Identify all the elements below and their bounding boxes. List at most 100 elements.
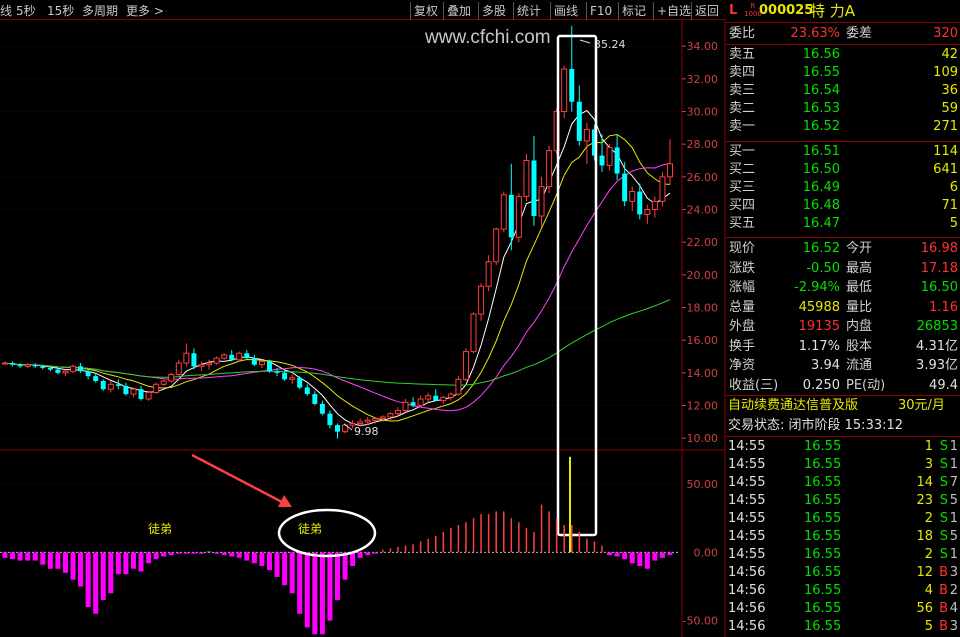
price-chart[interactable]: 34.00 32.00 30.00 28.00 26.00 24.00 22.00 20.00… xyxy=(0,0,726,637)
tick-row: 14:55 16.55 18 S 5 xyxy=(726,528,960,546)
indicator-bar xyxy=(108,552,114,594)
tick-price: 16.55 xyxy=(804,511,842,526)
tick-count: 5 xyxy=(949,529,958,544)
bid-row: 买四 16.48 71 xyxy=(726,197,960,215)
candle-body xyxy=(410,402,416,406)
more-button[interactable]: 更多 > xyxy=(126,2,164,19)
tick-price: 16.55 xyxy=(804,457,842,472)
indicator-bar xyxy=(342,552,348,580)
bid-volume: 6 xyxy=(949,180,958,195)
indicator-bar xyxy=(40,552,46,565)
candle-body xyxy=(138,389,144,399)
indicator-bar xyxy=(47,552,53,569)
price-tick-label: 34.00 xyxy=(687,40,719,53)
stats-button[interactable]: 统计 xyxy=(513,2,544,20)
badge-top: R xyxy=(750,2,756,10)
candle-body xyxy=(561,68,568,112)
fuquan-button[interactable]: 复权 xyxy=(410,2,441,20)
promo-text[interactable]: 自动续费通达信普及版 xyxy=(728,397,858,415)
f10-button[interactable]: F10 xyxy=(586,2,615,20)
indicator-bar xyxy=(17,552,23,561)
period-1min[interactable]: 线 xyxy=(0,2,12,19)
indicator-bar xyxy=(319,552,325,635)
indicator-bar xyxy=(335,552,340,601)
indicator-bar xyxy=(85,552,91,607)
market-letter: L xyxy=(729,3,738,18)
indicator-bar xyxy=(236,552,242,558)
candle-body xyxy=(251,358,257,365)
candle-body xyxy=(266,361,272,372)
tick-time: 14:56 xyxy=(728,601,766,616)
promo-row[interactable]: 自动续费通达信普及版 30元/月 xyxy=(726,397,960,415)
candle-body xyxy=(115,384,121,386)
tick-row: 14:56 16.55 4 B 2 xyxy=(726,582,960,600)
period-5s[interactable]: 5秒 xyxy=(16,2,36,19)
red-arrow-shaft xyxy=(191,453,283,504)
weibi-value: 23.63% xyxy=(790,26,840,41)
candle-body xyxy=(629,191,636,202)
indicator-bar xyxy=(629,552,635,564)
candle-body xyxy=(55,369,61,373)
stat-value-2: 4.31亿 xyxy=(916,338,958,354)
indicator-bar xyxy=(659,552,665,558)
indicator-bar xyxy=(372,552,378,554)
candle-body xyxy=(394,409,401,415)
indicator-bar xyxy=(229,552,235,557)
weibi-label: 委比 xyxy=(729,26,756,41)
draw-line-button[interactable]: 画线 xyxy=(550,2,581,20)
indicator-bar xyxy=(221,552,227,556)
overlay-button[interactable]: 叠加 xyxy=(443,2,474,20)
candle-body xyxy=(32,364,38,367)
candle-body xyxy=(379,416,386,420)
indicator-bar xyxy=(25,552,31,561)
candle-body xyxy=(493,228,500,263)
tick-volume: 3 xyxy=(924,457,933,472)
stat-value-2: 16.98 xyxy=(920,241,958,256)
tick-row: 14:55 16.55 23 S 5 xyxy=(726,492,960,510)
tick-volume: 5 xyxy=(924,619,933,634)
tick-side: S xyxy=(939,511,948,526)
candle-body xyxy=(319,403,325,414)
ask-row: 卖三 16.54 36 xyxy=(726,82,960,100)
tick-side: S xyxy=(939,475,948,490)
period-15s[interactable]: 15秒 xyxy=(47,2,74,19)
tick-side: B xyxy=(939,619,948,634)
tick-time: 14:55 xyxy=(728,457,766,472)
tick-row: 14:56 16.55 12 B 3 xyxy=(726,564,960,582)
candle-body xyxy=(523,159,530,197)
candle-body xyxy=(244,353,250,359)
candle-body xyxy=(425,395,432,400)
indicator-bar xyxy=(130,552,136,569)
indicator-bar xyxy=(2,552,8,558)
back-button[interactable]: 返回 xyxy=(691,2,722,20)
indicator-bar xyxy=(153,552,159,560)
candle-body xyxy=(123,385,129,395)
tick-volume: 14 xyxy=(916,475,933,490)
indicator-bar xyxy=(123,552,129,575)
candle-body xyxy=(47,367,53,370)
ask-price: 16.53 xyxy=(802,101,840,116)
weicha-value: 320 xyxy=(933,26,958,41)
tick-time: 14:55 xyxy=(728,493,766,508)
candle-body xyxy=(417,398,424,407)
multi-period-button[interactable]: 多周期 xyxy=(82,2,118,19)
multi-stock-button[interactable]: 多股 xyxy=(478,2,509,20)
indicator-bar xyxy=(62,552,68,573)
stat-value-2: 26853 xyxy=(916,319,958,334)
bid-row: 买五 16.47 5 xyxy=(726,215,960,233)
candle-body xyxy=(236,352,243,361)
promo-price[interactable]: 30元/月 xyxy=(898,397,945,415)
candle-body xyxy=(651,200,658,210)
tick-row: 14:56 16.55 5 B 3 xyxy=(726,618,960,636)
stat-row: 现价 16.52 今开 16.98 xyxy=(726,240,960,258)
tick-side: S xyxy=(939,529,948,544)
candle-body xyxy=(614,147,620,174)
stat-value-2: 3.93亿 xyxy=(916,358,958,373)
candle-body xyxy=(447,393,454,398)
tick-side: S xyxy=(939,439,948,454)
candle-body xyxy=(546,150,553,188)
mark-button[interactable]: 标记 xyxy=(618,2,649,20)
tick-volume: 56 xyxy=(916,601,933,616)
add-watchlist-button[interactable]: +自选 xyxy=(653,2,694,20)
candle-body xyxy=(508,194,514,238)
